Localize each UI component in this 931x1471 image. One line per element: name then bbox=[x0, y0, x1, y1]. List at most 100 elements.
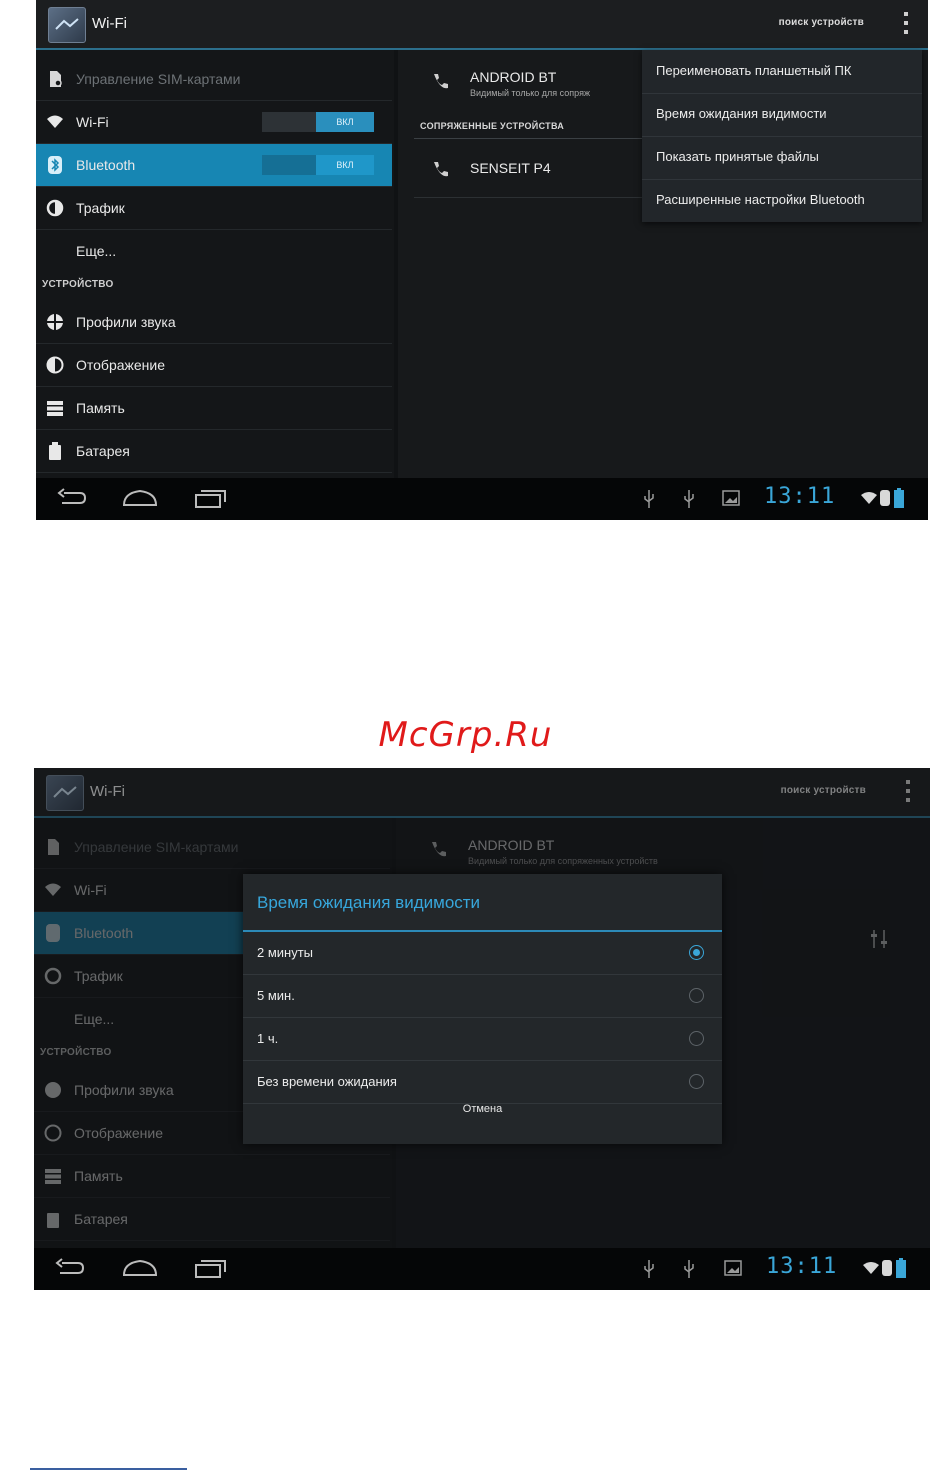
dialog-title: Время ожидания видимости bbox=[257, 893, 481, 912]
back-icon[interactable] bbox=[56, 487, 88, 509]
option-label: 5 мин. bbox=[257, 988, 295, 1003]
settings-sidebar: Управление SIM-картами Wi-Fi ВКЛ Bluetoo… bbox=[36, 50, 394, 478]
overflow-menu-icon[interactable] bbox=[904, 780, 912, 806]
search-devices-button[interactable]: поиск устройств bbox=[779, 17, 864, 28]
menu-item-rename[interactable]: Переименовать планшетный ПК bbox=[642, 50, 922, 94]
action-bar-title: Wi-Fi bbox=[92, 15, 127, 32]
wifi-toggle[interactable]: ВКЛ bbox=[262, 112, 374, 132]
menu-item-advanced-settings[interactable]: Расширенные настройки Bluetooth bbox=[642, 179, 922, 222]
display-icon bbox=[44, 1124, 62, 1142]
device-visibility: Видимый только для сопряженных устройств bbox=[468, 856, 658, 866]
action-bar-title: Wi-Fi bbox=[90, 783, 125, 800]
home-icon[interactable] bbox=[122, 1257, 158, 1279]
sidebar-item-display[interactable]: Отображение bbox=[36, 344, 392, 387]
sidebar-item-label: Память bbox=[76, 400, 125, 416]
this-device-row[interactable]: ANDROID BT Видимый только для сопряж bbox=[412, 58, 652, 102]
home-icon[interactable] bbox=[122, 487, 158, 509]
paired-devices-header: СОПРЯЖЕННЫЕ УСТРОЙСТВА bbox=[420, 121, 565, 131]
overflow-menu-icon[interactable] bbox=[902, 12, 910, 38]
sidebar-item-label: Wi-Fi bbox=[74, 882, 107, 898]
settings-app-icon[interactable] bbox=[46, 775, 84, 811]
bluetooth-toggle[interactable]: ВКЛ bbox=[262, 155, 374, 175]
option-label: 1 ч. bbox=[257, 1031, 279, 1046]
search-devices-button[interactable]: поиск устройств bbox=[781, 785, 866, 796]
sidebar-item-label: Управление SIM-картами bbox=[76, 71, 241, 87]
battery-icon bbox=[47, 1213, 59, 1228]
section-header-device: УСТРОЙСТВО bbox=[40, 1047, 112, 1058]
sidebar-item-sim[interactable]: Управление SIM-картами bbox=[36, 58, 392, 101]
menu-item-received-files[interactable]: Показать принятые файлы bbox=[642, 136, 922, 180]
device-visibility: Видимый только для сопряж bbox=[470, 88, 590, 98]
toggle-on-label: ВКЛ bbox=[316, 112, 374, 132]
sidebar-item-label: Bluetooth bbox=[74, 925, 134, 941]
sidebar-item-label: Wi-Fi bbox=[76, 114, 109, 130]
radio-button-selected[interactable] bbox=[689, 945, 704, 960]
option-2-minutes[interactable]: 2 минуты bbox=[243, 932, 722, 975]
back-icon[interactable] bbox=[54, 1257, 86, 1279]
sidebar-item-battery[interactable]: Батарея bbox=[34, 1198, 390, 1241]
sidebar-item-label: Профили звука bbox=[76, 314, 176, 330]
phone-icon bbox=[434, 162, 448, 177]
radio-button[interactable] bbox=[689, 1031, 704, 1046]
menu-item-label: Расширенные настройки Bluetooth bbox=[656, 192, 865, 207]
visibility-timeout-dialog: Время ожидания видимости 2 минуты 5 мин.… bbox=[243, 874, 722, 1144]
sidebar-item-bluetooth[interactable]: Bluetooth ВКЛ bbox=[36, 144, 392, 187]
battery-status-icon bbox=[894, 488, 904, 508]
wifi-signal-icon bbox=[863, 1262, 879, 1274]
screenshot-icon bbox=[722, 490, 740, 506]
sidebar-item-label: Отображение bbox=[74, 1125, 164, 1141]
sidebar-item-battery[interactable]: Батарея bbox=[36, 430, 392, 473]
settings-sliders-icon[interactable] bbox=[870, 928, 888, 950]
sim-icon bbox=[48, 839, 59, 855]
device-name: SENSEIT P4 bbox=[470, 160, 551, 176]
settings-app-icon[interactable] bbox=[48, 7, 86, 43]
recent-apps-icon[interactable] bbox=[194, 1257, 228, 1279]
sidebar-item-label: Управление SIM-картами bbox=[74, 839, 239, 855]
option-5-minutes[interactable]: 5 мин. bbox=[243, 975, 722, 1018]
phone-icon bbox=[434, 74, 448, 89]
action-bar: Wi-Fi поиск устройств bbox=[36, 0, 928, 50]
option-1-hour[interactable]: 1 ч. bbox=[243, 1018, 722, 1061]
paired-device-row[interactable]: SENSEIT P4 bbox=[412, 146, 652, 190]
sidebar-item-label: Батарея bbox=[74, 1211, 128, 1227]
action-bar: Wi-Fi поиск устройств bbox=[34, 768, 930, 818]
screenshot-visibility-dialog: Wi-Fi поиск устройств Управление SIM-кар… bbox=[34, 768, 930, 1290]
bluetooth-icon bbox=[48, 156, 62, 174]
radio-button[interactable] bbox=[689, 1074, 704, 1089]
bluetooth-status-icon bbox=[882, 1260, 892, 1276]
system-nav-bar: 13:11 bbox=[36, 478, 928, 520]
sidebar-item-label: Профили звука bbox=[74, 1082, 174, 1098]
radio-button[interactable] bbox=[689, 988, 704, 1003]
display-icon bbox=[46, 356, 64, 374]
menu-item-visibility-timeout[interactable]: Время ожидания видимости bbox=[642, 93, 922, 137]
sidebar-item-label: Память bbox=[74, 1168, 123, 1184]
sound-profiles-icon bbox=[47, 314, 63, 330]
battery-icon bbox=[49, 442, 61, 460]
wifi-icon bbox=[47, 115, 63, 128]
cancel-button[interactable]: Отмена bbox=[243, 1103, 722, 1115]
bluetooth-status-icon bbox=[880, 490, 890, 506]
bluetooth-icon bbox=[46, 924, 60, 942]
sidebar-item-label: Батарея bbox=[76, 443, 130, 459]
overflow-menu: Переименовать планшетный ПК Время ожидан… bbox=[642, 50, 922, 222]
sidebar-item-label: Трафик bbox=[76, 200, 125, 216]
recent-apps-icon[interactable] bbox=[194, 487, 228, 509]
sidebar-item-storage[interactable]: Память bbox=[36, 387, 392, 430]
usb-icon bbox=[644, 490, 654, 508]
option-no-timeout[interactable]: Без времени ожидания bbox=[243, 1061, 722, 1104]
sidebar-item-sound-profiles[interactable]: Профили звука bbox=[36, 301, 392, 344]
sidebar-item-more[interactable]: Еще... bbox=[36, 230, 392, 272]
sidebar-item-wifi[interactable]: Wi-Fi ВКЛ bbox=[36, 101, 392, 144]
sidebar-item-data-usage[interactable]: Трафик bbox=[36, 187, 392, 230]
sidebar-item-label: Отображение bbox=[76, 357, 166, 373]
screenshot-bluetooth-menu: Wi-Fi поиск устройств Управление SIM-кар… bbox=[36, 0, 928, 520]
storage-icon bbox=[45, 1169, 61, 1184]
sim-icon bbox=[50, 71, 62, 87]
wifi-icon bbox=[45, 883, 61, 896]
sidebar-item-storage[interactable]: Память bbox=[34, 1155, 390, 1198]
this-device-row[interactable]: ANDROID BT Видимый только для сопряженны… bbox=[410, 826, 770, 870]
divider bbox=[414, 138, 644, 139]
sidebar-item-sim[interactable]: Управление SIM-картами bbox=[34, 826, 390, 869]
battery-status-icon bbox=[896, 1258, 906, 1278]
footer-rule bbox=[30, 1468, 187, 1470]
